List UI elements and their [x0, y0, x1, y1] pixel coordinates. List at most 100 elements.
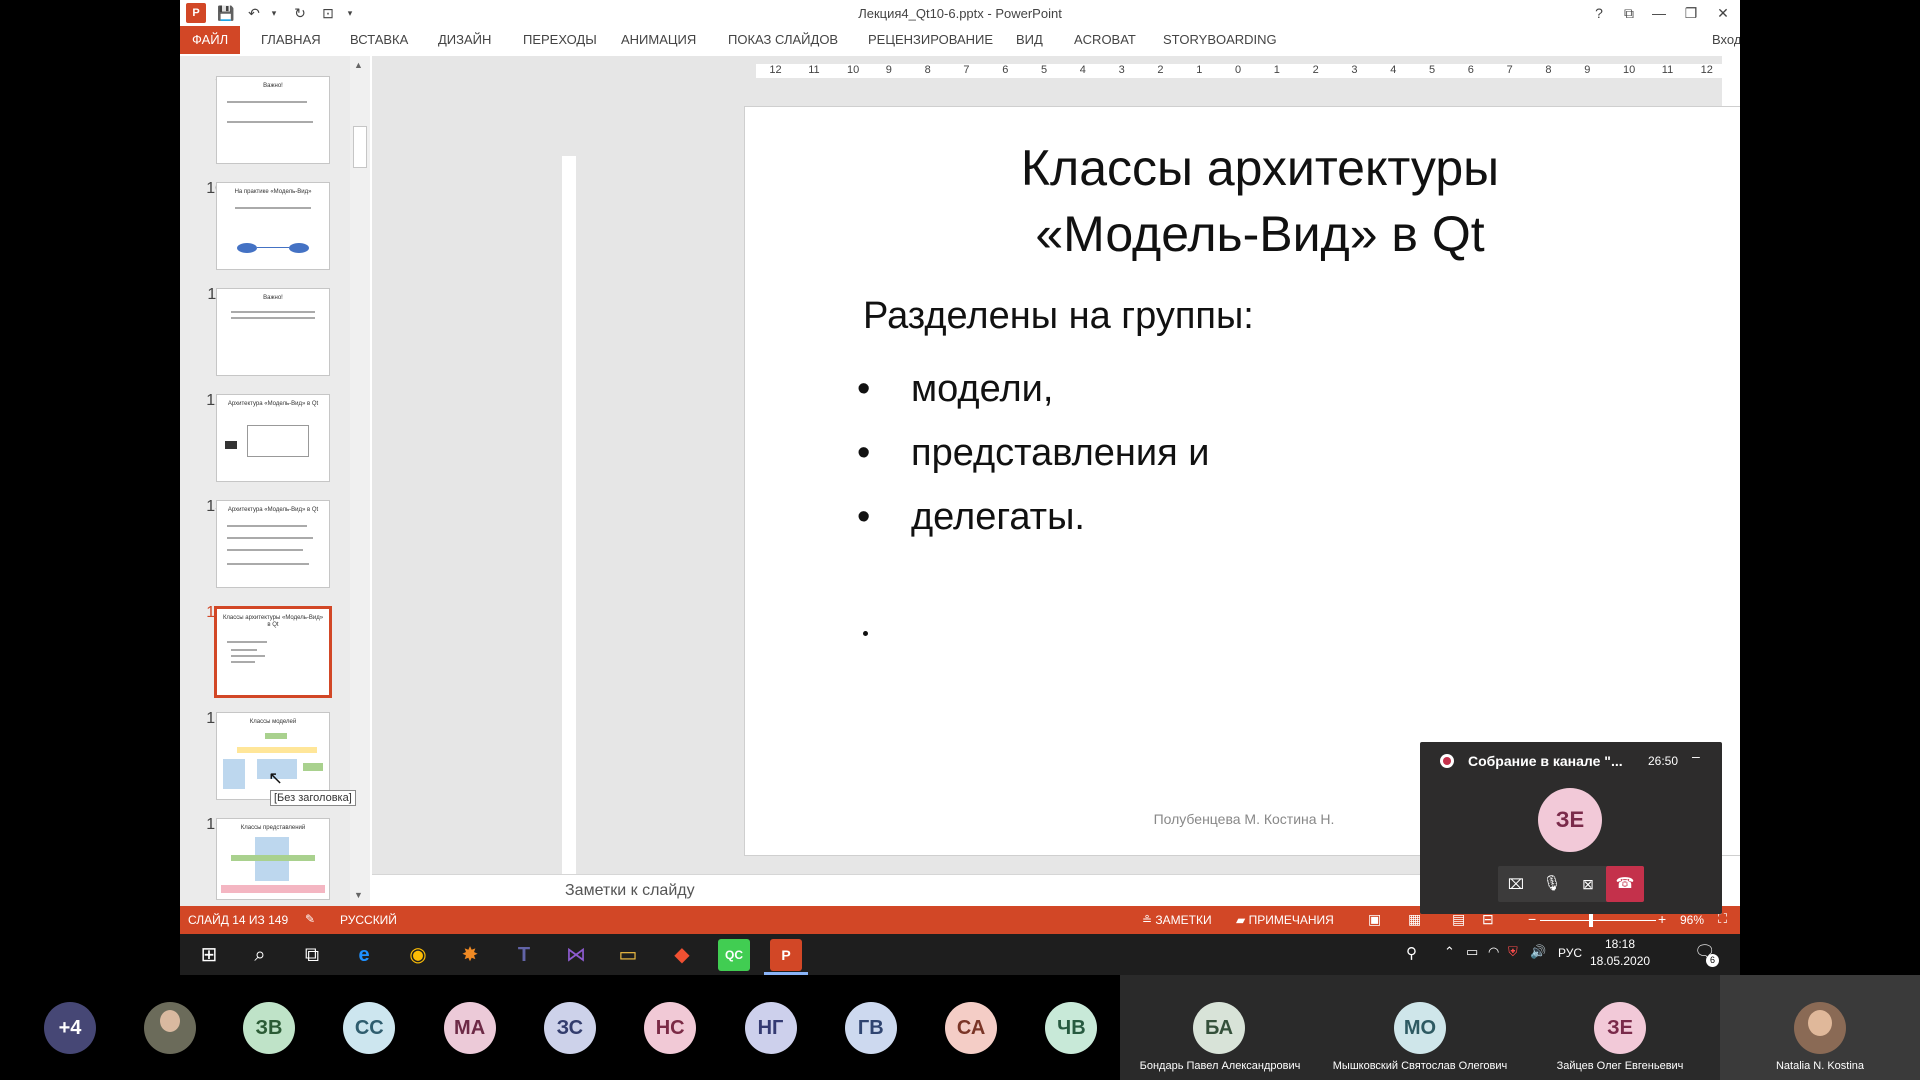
slide-thumbnail-11[interactable]: Важно!	[216, 288, 330, 376]
slide-intro-text[interactable]: Разделены на группы:	[863, 295, 1254, 338]
mouse-cursor-icon: ↖	[268, 768, 284, 788]
search-icon[interactable]: ⌕	[244, 939, 276, 971]
normal-view-icon[interactable]: ▣	[1368, 911, 1381, 928]
bullet-dot: •	[857, 432, 871, 474]
participant-avatar[interactable]: СА	[945, 1002, 998, 1054]
teams-call-panel[interactable]: Собрание в канале "... 26:50 – ЗЕ ⌧ 🎙 ⊠ …	[1420, 742, 1722, 914]
volume-icon[interactable]: 🔊	[1530, 944, 1546, 960]
stop-sharing-icon[interactable]: ⊠	[1570, 866, 1606, 902]
edge-browser-icon[interactable]: e	[348, 939, 380, 971]
tab-animations[interactable]: АНИМАЦИЯ	[621, 26, 696, 54]
participant-photo-avatar[interactable]	[144, 1002, 196, 1054]
git-icon[interactable]: ◆	[666, 939, 698, 971]
language-indicator[interactable]: РУССКИЙ	[340, 913, 397, 927]
participant-avatar[interactable]: ЗС	[543, 1002, 596, 1054]
ribbon-tabs: ФАЙЛ ГЛАВНАЯ ВСТАВКА ДИЗАЙН ПЕРЕХОДЫ АНИ…	[180, 26, 1740, 54]
participant-avatar-ba[interactable]: БА	[1193, 1002, 1245, 1054]
powerpoint-taskbar-icon[interactable]: P	[770, 939, 802, 971]
chrome-browser-icon[interactable]: ◉	[402, 939, 434, 971]
thumb-connector	[257, 247, 289, 248]
slide-thumbnail-16[interactable]: Классы представлений	[216, 818, 330, 900]
thumbnail-title: На практике «Модель-Вид»	[234, 189, 312, 195]
notes-button[interactable]: ≗ ЗАМЕТКИ	[1142, 913, 1212, 927]
restore-button[interactable]: ❐	[1680, 3, 1702, 23]
zoom-slider-track[interactable]	[1540, 920, 1656, 921]
tab-slideshow[interactable]: ПОКАЗ СЛАЙДОВ	[728, 26, 838, 54]
windows-start-icon[interactable]: ⊞	[193, 939, 225, 971]
camera-off-icon[interactable]: ⌧	[1498, 866, 1534, 902]
tab-home[interactable]: ГЛАВНАЯ	[261, 26, 321, 54]
zoom-level[interactable]: 96%	[1680, 913, 1704, 927]
tab-view[interactable]: ВИД	[1016, 26, 1043, 54]
slide-thumbnail-12[interactable]: Архитектура «Модель-Вид» в Qt	[216, 394, 330, 482]
ribbon-display-options-icon[interactable]: ⧉	[1618, 3, 1640, 23]
teams-icon[interactable]: T	[508, 939, 540, 971]
slide-counter[interactable]: СЛАЙД 14 ИЗ 149	[188, 913, 288, 927]
tab-file[interactable]: ФАЙЛ	[180, 26, 241, 54]
participant-avatar-ze[interactable]: ЗЕ	[1594, 1002, 1646, 1054]
windows-taskbar: ⊞ ⌕ ⧉ e ◉ ✸ T ⋈ ▭ ◆ QC P ⚲ ⌃ ▭ ◠ ⛨ 🔊 РУС…	[180, 934, 1740, 975]
tab-storyboarding[interactable]: STORYBOARDING	[1163, 26, 1277, 54]
self-photo-avatar[interactable]	[1794, 1002, 1846, 1054]
qt-creator-icon[interactable]: QC	[718, 939, 750, 971]
slide-thumbnail-9[interactable]: Важно!	[216, 76, 330, 164]
participant-avatar[interactable]: ЗВ	[243, 1002, 295, 1054]
slide-thumbnail-13[interactable]: Архитектура «Модель-Вид» в Qt	[216, 500, 330, 588]
app-icon[interactable]: ✸	[454, 939, 486, 971]
scroll-up-icon[interactable]: ▲	[354, 60, 363, 70]
input-language[interactable]: РУС	[1558, 946, 1582, 960]
minimize-panel-button[interactable]: –	[1692, 748, 1700, 764]
people-icon[interactable]: ⚲	[1406, 944, 1417, 962]
slide-title[interactable]: Классы архитектуры «Модель-Вид» в Qt	[745, 135, 1740, 267]
participant-avatar-mo[interactable]: МО	[1394, 1002, 1446, 1054]
spellcheck-icon[interactable]: ✎	[305, 912, 315, 926]
task-view-icon[interactable]: ⧉	[296, 939, 328, 971]
thumb-text-line	[231, 655, 265, 657]
minimize-button[interactable]: —	[1648, 3, 1670, 23]
help-button[interactable]: ?	[1588, 3, 1610, 23]
clock-date[interactable]: 18.05.2020	[1590, 954, 1650, 968]
security-icon[interactable]: ⛨	[1508, 944, 1518, 960]
tab-review[interactable]: РЕЦЕНЗИРОВАНИЕ	[868, 26, 993, 54]
participant-avatar[interactable]: НГ	[744, 1002, 797, 1054]
scroll-down-icon[interactable]: ▼	[354, 890, 363, 900]
photo-face	[160, 1010, 180, 1032]
tab-design[interactable]: ДИЗАЙН	[438, 26, 491, 54]
sign-in-link[interactable]: Вход	[1712, 26, 1740, 54]
file-explorer-icon[interactable]: ▭	[612, 939, 644, 971]
participant-avatar[interactable]: ГВ	[844, 1002, 897, 1054]
wifi-icon[interactable]: ◠	[1488, 944, 1499, 960]
comments-button[interactable]: ▰ ПРИМЕЧАНИЯ	[1236, 913, 1334, 927]
ruler-tick-label: 1	[1273, 64, 1280, 76]
slide-sorter-icon[interactable]: ▦	[1408, 911, 1421, 928]
hang-up-button[interactable]: ☎	[1606, 866, 1644, 902]
call-controls: ⌧ 🎙 ⊠ ☎	[1498, 866, 1644, 902]
slide-thumbnail-14-selected[interactable]: Классы архитектуры «Модель-Вид» в Qt	[214, 606, 332, 698]
slides-pane-scrollbar[interactable]: ▲ ▼	[350, 56, 370, 906]
participant-avatar[interactable]: СС	[343, 1002, 396, 1054]
battery-icon[interactable]: ▭	[1466, 944, 1478, 960]
bullet-item: • модели,	[857, 357, 1210, 421]
close-button[interactable]: ✕	[1712, 3, 1734, 23]
thumbnail-title: Классы представлений	[240, 825, 306, 831]
visual-studio-icon[interactable]: ⋈	[560, 939, 592, 971]
hidden-icons-chevron-icon[interactable]: ⌃	[1444, 944, 1455, 960]
more-participants-button[interactable]: +4	[44, 1002, 96, 1054]
participant-avatar[interactable]: ЧВ	[1045, 1002, 1098, 1054]
thumb-text-line	[227, 537, 313, 539]
slide-thumbnail-10[interactable]: На практике «Модель-Вид»	[216, 182, 330, 270]
ruler-tick-label: 7	[1506, 64, 1513, 76]
participant-avatar[interactable]: МА	[443, 1002, 496, 1054]
thumbnail-title: Архитектура «Модель-Вид» в Qt	[227, 401, 319, 407]
slide-bullet-list[interactable]: • модели, • представления и • делегаты.	[857, 357, 1210, 549]
scrollbar-thumb[interactable]	[353, 126, 367, 168]
microphone-icon[interactable]: 🎙	[1534, 866, 1570, 902]
zoom-slider-thumb[interactable]	[1589, 914, 1593, 927]
thumb-text-line	[231, 649, 257, 651]
ruler-tick-label: 5	[1429, 64, 1436, 76]
participant-avatar[interactable]: НС	[644, 1002, 697, 1054]
tab-acrobat[interactable]: ACROBAT	[1074, 26, 1136, 54]
clock-time[interactable]: 18:18	[1590, 937, 1650, 951]
tab-insert[interactable]: ВСТАВКА	[350, 26, 408, 54]
tab-transitions[interactable]: ПЕРЕХОДЫ	[523, 26, 597, 54]
